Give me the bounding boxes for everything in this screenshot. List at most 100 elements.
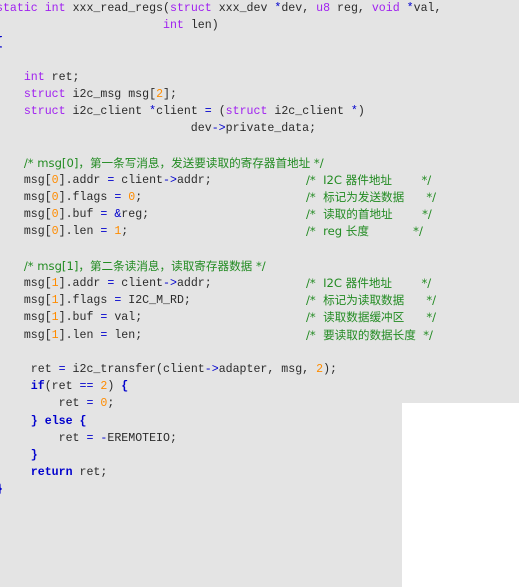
token-kw: u8 [316, 2, 331, 15]
token-ident: client [114, 277, 164, 290]
code-line-text: int len) [0, 17, 219, 34]
token-ident: ].len [58, 328, 101, 342]
token-brace: { [121, 380, 129, 394]
token-ident: xxx_read_regs [72, 2, 164, 15]
token-ident: xxx_dev [218, 2, 268, 15]
token-punct [0, 71, 24, 84]
token-kw: void [371, 2, 400, 15]
token-ident: msg [0, 173, 45, 187]
token-ident: addr; [176, 173, 212, 187]
token-kw: int [44, 2, 66, 15]
code-line: msg[1].len = len; /* 要读取的数据长度 */ [0, 327, 519, 344]
token-ident: ].addr [58, 173, 108, 187]
code-line-text: if(ret == 2) { [0, 378, 128, 395]
token-ident: val, [413, 2, 442, 15]
trailing-comment: /* 标记为发送数据 */ [306, 190, 437, 205]
token-ident: i2c_client [267, 105, 351, 119]
token-punct [0, 449, 31, 462]
token-cmt: /* msg[1]，第二条读消息，读取寄存器数据 */ [23, 258, 266, 273]
trailing-comment: /* 读取的首地址 */ [306, 207, 432, 222]
code-line-text: msg[0].len = 1; [0, 223, 128, 240]
token-ident: ret; [44, 70, 80, 84]
token-punct: [ [44, 208, 52, 222]
white-overlay-panel [402, 403, 519, 587]
token-punct: ( [163, 2, 170, 15]
token-ident: client [163, 362, 205, 376]
token-ident: ].flags [58, 191, 115, 205]
code-line: /* msg[0]，第一条写消息，发送要读取的寄存器首地址 */ [0, 155, 519, 172]
code-line-text: msg[0].addr = client->addr; [0, 172, 212, 189]
token-num: 1 [51, 328, 59, 342]
token-ident: ret [0, 431, 87, 445]
code-line-text: } [0, 481, 3, 498]
token-ident: adapter, msg, [218, 362, 317, 376]
token-brace: } [0, 483, 3, 496]
token-ident: ].len [58, 225, 101, 239]
code-line-text: ret = i2c_transfer(client->adapter, msg,… [0, 361, 337, 378]
code-line-text: int ret; [0, 69, 80, 86]
code-line-text: ret = 0; [0, 395, 115, 412]
token-punct: [ [44, 277, 52, 290]
code-line: msg[0].flags = 0; /* 标记为发送数据 */ [0, 189, 519, 206]
trailing-comment: /* 标记为读取数据 */ [306, 293, 437, 308]
token-ident: msg [0, 311, 45, 325]
token-ident: msg [0, 191, 45, 205]
token-punct: [ [44, 225, 52, 239]
token-ident: I2C_M_RD; [121, 294, 191, 308]
token-punct [38, 2, 45, 15]
token-punct [330, 2, 337, 15]
token-kw: struct [23, 87, 66, 101]
token-punct [0, 380, 31, 393]
token-punct [38, 415, 45, 428]
token-ident: ].buf [58, 311, 101, 325]
token-punct: ; [107, 397, 115, 411]
token-punct [0, 261, 24, 274]
code-line: msg[0].len = 1; /* reg 长度 */ [0, 223, 519, 240]
token-brace: } [30, 414, 38, 428]
code-line-text: msg[1].flags = I2C_M_RD; [0, 292, 191, 309]
token-punct: [ [44, 294, 52, 308]
token-ident: i2c_client [65, 105, 150, 119]
token-brace: } [30, 448, 38, 462]
token-num: 0 [51, 191, 59, 205]
token-num: 2 [156, 87, 164, 101]
token-punct: ) [357, 105, 365, 119]
token-punct [0, 158, 24, 171]
token-ident: (ret [44, 380, 80, 394]
token-num: 0 [51, 225, 59, 239]
code-line-text: dev->private_data; [0, 120, 316, 137]
code-line-text: struct i2c_client *client = (struct i2c_… [0, 103, 365, 120]
code-line: int len) [0, 17, 519, 34]
code-line-text: static int xxx_read_regs(struct xxx_dev … [0, 0, 441, 17]
token-kw: struct [169, 2, 212, 15]
code-line: msg[0].buf = &reg; /* 读取的首地址 */ [0, 206, 519, 223]
code-line: /* msg[1]，第二条读消息，读取寄存器数据 */ [0, 258, 519, 275]
token-punct [400, 2, 407, 15]
code-line: { [0, 34, 519, 51]
token-op: -> [211, 122, 226, 136]
token-punct: ; [135, 191, 143, 205]
code-line-text: /* msg[1]，第二条读消息，读取寄存器数据 */ [0, 258, 266, 276]
token-ident: ret [0, 397, 87, 411]
token-punct [212, 2, 219, 15]
code-line-text: msg[0].buf = &reg; [0, 206, 149, 223]
token-ident: msg [0, 277, 45, 290]
code-line-text: { [0, 34, 3, 51]
token-ident: msg [0, 225, 45, 239]
token-ident: i2c_msg msg [65, 87, 150, 101]
token-op: = [58, 362, 66, 376]
code-line: int ret; [0, 69, 519, 86]
token-op: == [79, 380, 94, 394]
code-line-text: struct i2c_msg msg[2]; [0, 86, 177, 103]
token-ident: addr; [176, 277, 212, 290]
token-punct: [ [44, 173, 52, 187]
token-ident: msg [0, 294, 45, 308]
token-kw: struct [23, 105, 66, 119]
token-punct [0, 466, 31, 479]
code-line-text: msg[1].len = len; [0, 327, 142, 344]
token-ident: len; [107, 328, 143, 342]
token-cmt: /* msg[0]，第一条写消息，发送要读取的寄存器首地址 */ [23, 155, 324, 170]
token-ident: msg [0, 328, 45, 342]
